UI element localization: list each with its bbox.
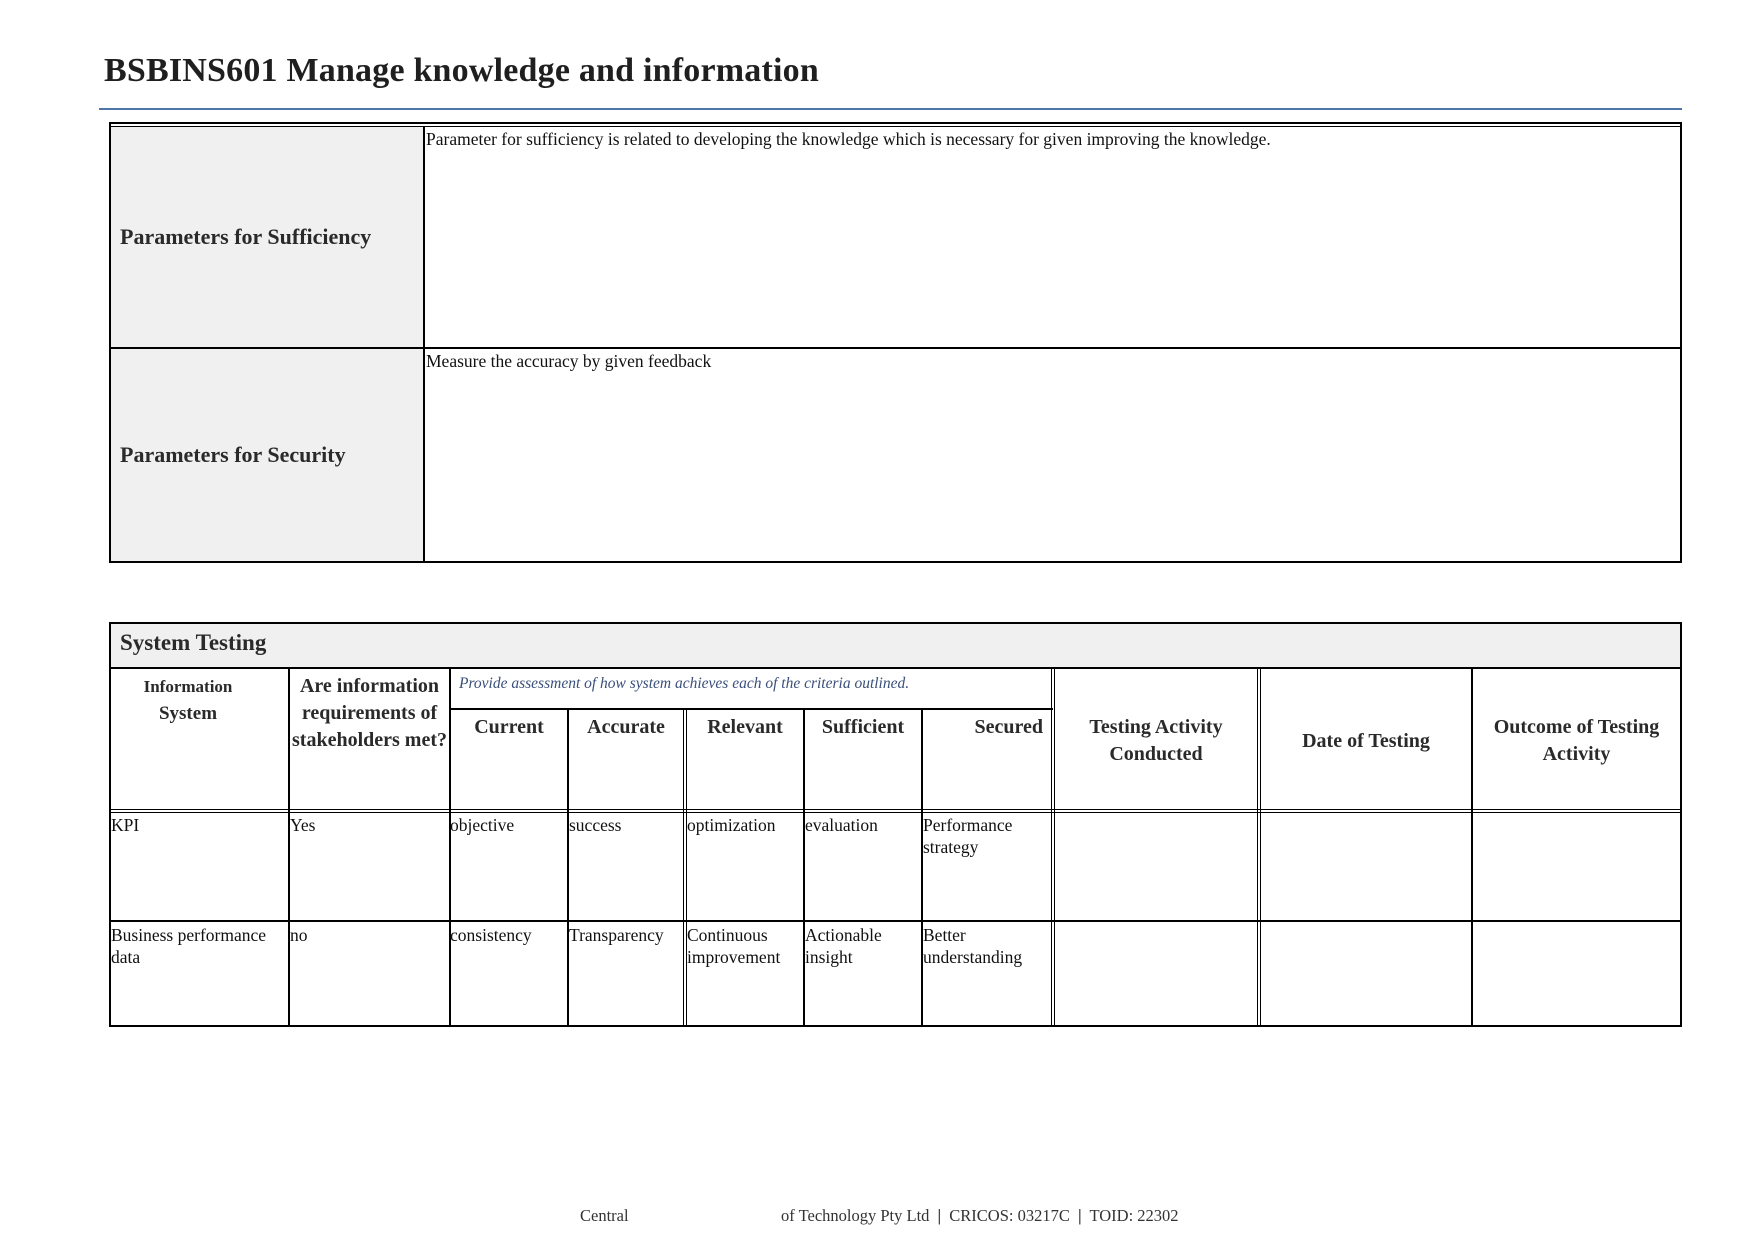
cell-outcome[interactable] (1473, 924, 1680, 1024)
criteria-instruction: Provide assessment of how system achieve… (459, 675, 910, 692)
row-value: Parameter for sufficiency is related to … (426, 129, 1271, 149)
header-sufficient: Sufficient (821, 716, 905, 738)
row-label: Parameters for Security (120, 442, 346, 467)
footer-org-part2: of Technology Pty Ltd (781, 1206, 930, 1225)
row-label: Parameters for Sufficiency (120, 224, 372, 249)
cell-sufficient[interactable]: Actionable insight (805, 924, 921, 968)
footer-toid: TOID: 22302 (1089, 1206, 1179, 1225)
cell-relevant[interactable]: optimization (687, 814, 803, 836)
row-divider (111, 920, 1680, 922)
row-value: Measure the accuracy by given feedback (426, 351, 712, 371)
cell-outcome[interactable] (1473, 814, 1680, 918)
parameters-table: Parameters for Sufficiency Parameter for… (109, 122, 1682, 563)
column-divider (921, 710, 923, 1025)
table-title: System Testing (120, 630, 267, 655)
parameters-row-sufficiency: Parameters for Sufficiency Parameter for… (111, 127, 1680, 349)
cell-sufficient[interactable]: evaluation (805, 814, 921, 836)
column-divider (683, 710, 687, 1025)
cell-testing-activity[interactable] (1055, 814, 1257, 918)
header-divider (111, 809, 1680, 813)
footer-org: of Technology Pty Ltd | CRICOS: 03217C |… (781, 1206, 1179, 1226)
header-requirements-met: Are information requirements of stakehol… (292, 675, 447, 751)
cell-relevant[interactable]: Continuous improvement (687, 924, 803, 968)
row-divider (449, 708, 1053, 710)
row-value-cell[interactable]: Parameter for sufficiency is related to … (425, 127, 1680, 347)
header-secured: Secured (974, 716, 1043, 738)
row-label-cell: Parameters for Security (111, 349, 425, 561)
column-divider (567, 710, 569, 1025)
row-label-cell: Parameters for Sufficiency (111, 127, 425, 347)
header-current: Current (474, 716, 544, 738)
cell-requirements-met[interactable]: Yes (290, 814, 448, 836)
footer-separator: | (1078, 1206, 1082, 1225)
page-title: BSBINS601 Manage knowledge and informati… (104, 52, 819, 89)
footer-separator: | (937, 1206, 942, 1225)
cell-current[interactable]: consistency (450, 924, 566, 946)
header-line: Information (143, 677, 233, 696)
cell-information-system[interactable]: Business performance data (111, 924, 287, 968)
cell-accurate[interactable]: Transparency (569, 924, 683, 946)
cell-current[interactable]: objective (450, 814, 566, 836)
header-accurate: Accurate (587, 716, 665, 738)
cell-information-system[interactable]: KPI (111, 814, 287, 836)
cell-secured[interactable]: Better understanding (923, 924, 1043, 968)
footer-cricos: CRICOS: 03217C (949, 1206, 1070, 1225)
header-outcome: Outcome of Testing Activity (1493, 716, 1660, 765)
title-divider (99, 108, 1682, 110)
header-date-of-testing: Date of Testing (1302, 730, 1430, 752)
cell-testing-activity[interactable] (1055, 924, 1257, 1024)
header-information-system: Information System (111, 673, 265, 727)
cell-date-of-testing[interactable] (1261, 924, 1471, 1024)
header-testing-activity: Testing Activity Conducted (1089, 716, 1223, 765)
table-title-row: System Testing (111, 624, 1680, 669)
parameters-row-security: Parameters for Security Measure the accu… (111, 349, 1680, 561)
row-value-cell[interactable]: Measure the accuracy by given feedback (425, 349, 1680, 561)
header-line: System (158, 703, 218, 724)
cell-accurate[interactable]: success (569, 814, 683, 836)
column-divider (803, 710, 805, 1025)
cell-requirements-met[interactable]: no (290, 924, 448, 946)
cell-date-of-testing[interactable] (1261, 814, 1471, 918)
system-testing-table: System Testing Information System Are in… (109, 622, 1682, 1027)
footer-org-part1: Central (580, 1206, 629, 1225)
header-relevant: Relevant (707, 716, 783, 738)
cell-secured[interactable]: Performance strategy (923, 814, 1043, 858)
